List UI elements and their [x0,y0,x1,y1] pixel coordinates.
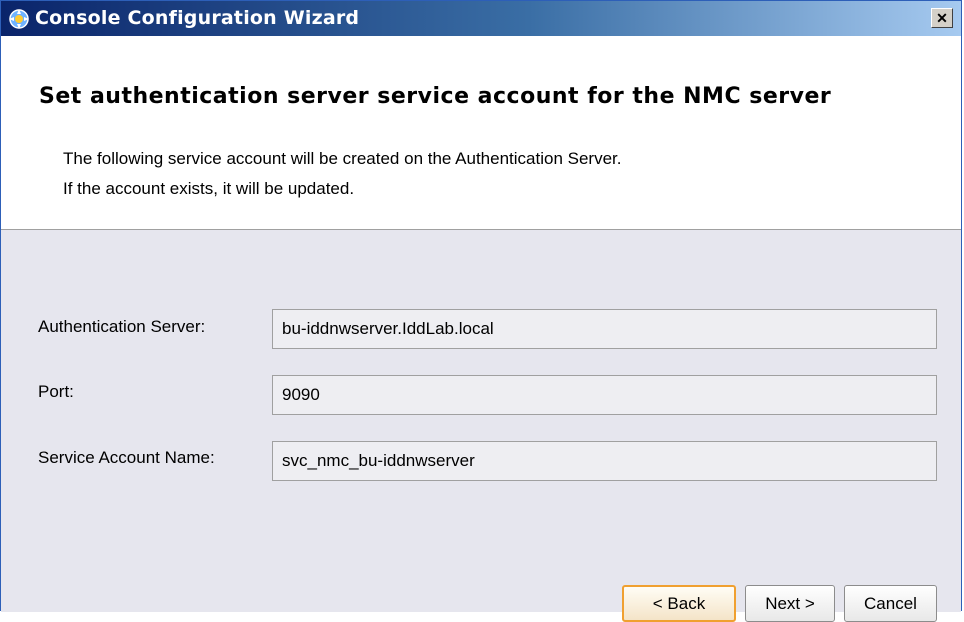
wizard-window: Console Configuration Wizard ✕ Set authe… [0,0,962,622]
wizard-body [1,230,961,612]
wizard-header: Set authentication server service accoun… [1,36,961,230]
auth-server-field[interactable] [272,309,937,349]
page-title: Set authentication server service accoun… [39,84,832,109]
app-icon [7,7,31,31]
auth-server-label: Authentication Server: [38,317,206,336]
close-button[interactable]: ✕ [931,8,953,28]
next-button[interactable]: Next > [745,585,835,622]
service-account-field[interactable] [272,441,937,481]
description-line-2: If the account exists, it will be update… [63,179,355,198]
close-icon: ✕ [936,10,948,26]
page-description: The following service account will be cr… [63,144,622,204]
service-account-label: Service Account Name: [38,448,215,467]
window-title: Console Configuration Wizard [35,7,360,29]
title-bar[interactable]: Console Configuration Wizard ✕ [1,1,961,36]
description-line-1: The following service account will be cr… [63,149,622,168]
back-button[interactable]: < Back [622,585,736,622]
port-field[interactable] [272,375,937,415]
port-label: Port: [38,382,74,401]
cancel-button[interactable]: Cancel [844,585,937,622]
